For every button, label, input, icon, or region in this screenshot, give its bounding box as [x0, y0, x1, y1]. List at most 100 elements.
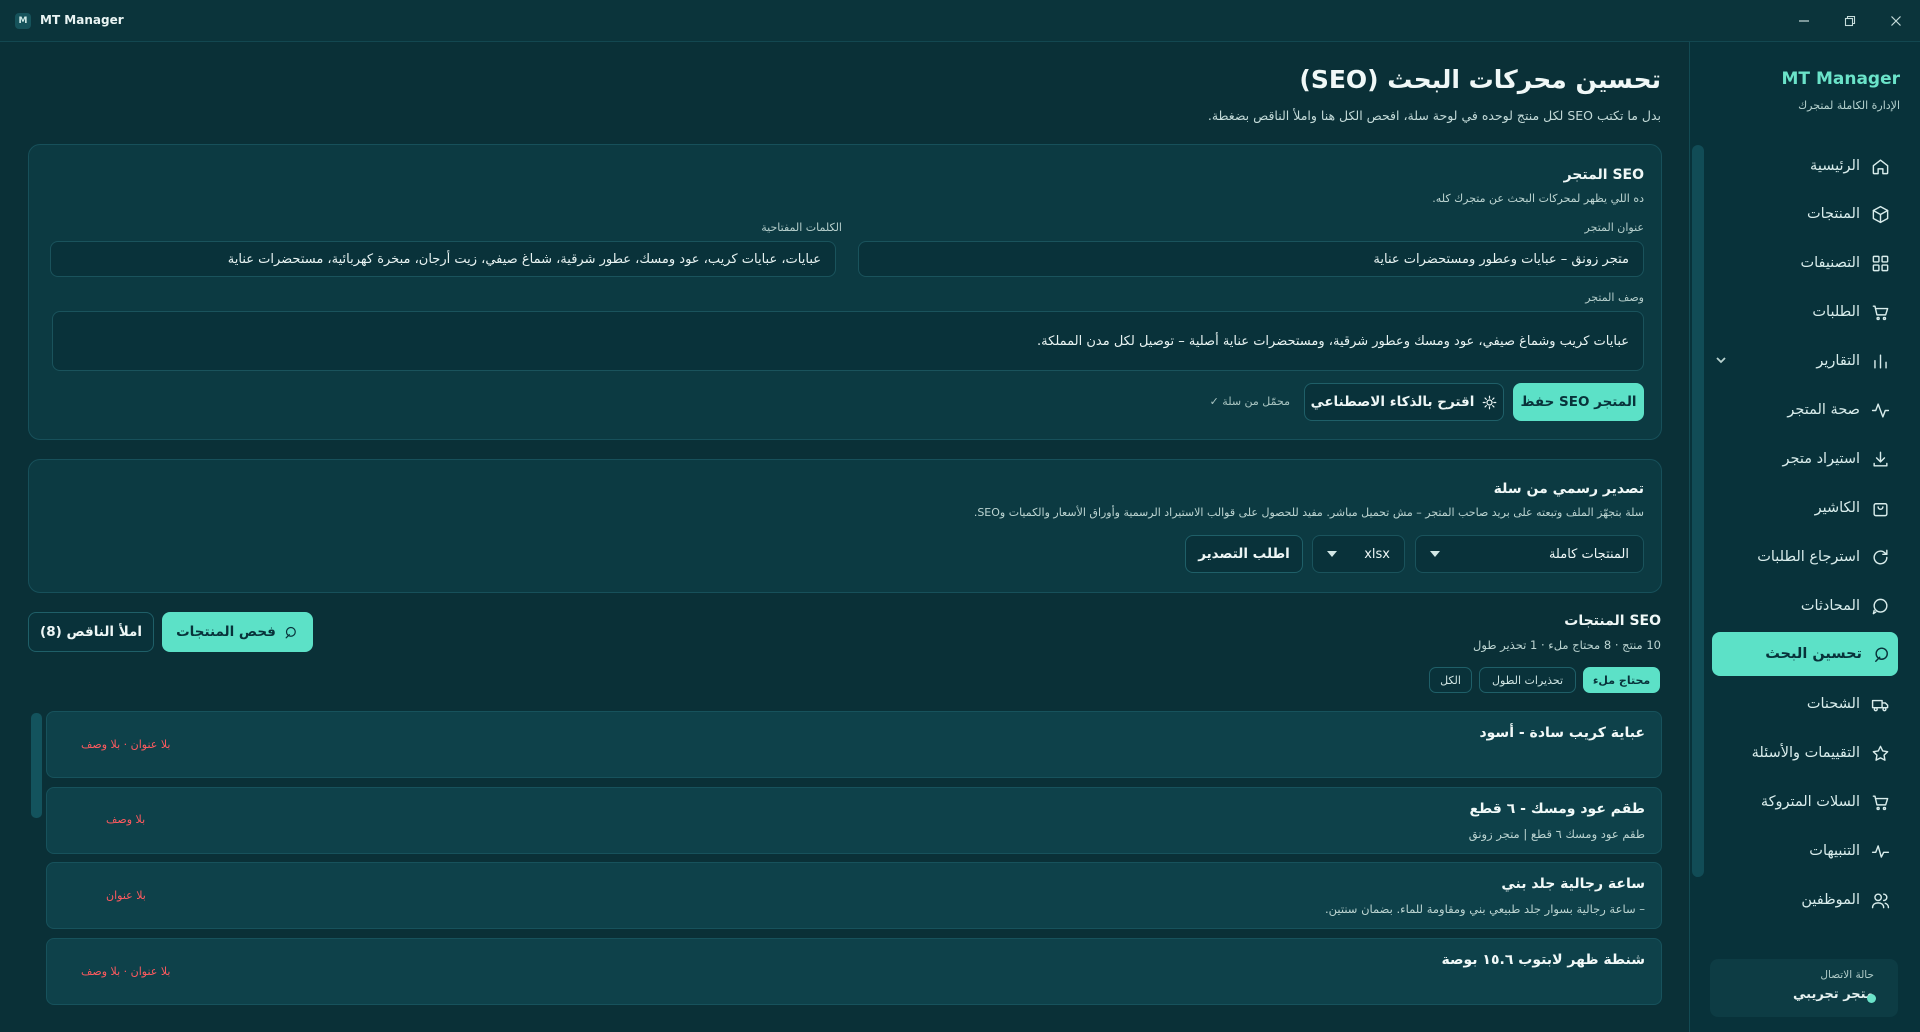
scan-products-label: فحص المنتجات: [176, 624, 276, 640]
connection-dot-icon: [1867, 994, 1876, 1003]
connection-value: متجر تجريبي: [1792, 987, 1874, 1002]
page-title: تحسين محركات البحث (SEO): [1299, 65, 1661, 94]
sidebar-item-truck[interactable]: الشحنات: [1714, 684, 1896, 724]
restore-icon: [1844, 15, 1856, 27]
sidebar-item-star[interactable]: التقييمات والأسئلة: [1714, 733, 1896, 773]
search-icon: [285, 626, 296, 638]
chat-icon: [1870, 596, 1890, 616]
brand-name: MT Manager: [1781, 69, 1900, 89]
sidebar-item-download[interactable]: استيراد متجر: [1714, 439, 1896, 479]
keywords-field[interactable]: عبايات، عبايات كريب، عود ومسك، عطور شرقي…: [50, 241, 836, 277]
products-seo-title: SEO المنتجات: [1564, 613, 1661, 629]
ai-suggest-label: اقترح بالذكاء الاصطناعي: [1310, 394, 1475, 410]
export-format-value: xlsx: [1364, 546, 1390, 562]
minimize-icon: [1799, 20, 1809, 22]
pulse-icon: [1870, 841, 1890, 861]
sidebar-item-label: السلات المتروكة: [1760, 794, 1860, 810]
products-seo-stats: 10 منتج · 8 محتاج ملء · 1 تحذير طول: [1473, 638, 1661, 652]
product-title: عباية كريب سادة - أسود: [1479, 725, 1645, 741]
export-subtitle: سلة بتجهّز الملف وتبعته على بريد صاحب ال…: [973, 506, 1644, 519]
ai-suggest-button[interactable]: اقترح بالذكاء الاصطناعي: [1304, 383, 1504, 421]
filter-length-warnings[interactable]: تحذيرات الطول: [1479, 667, 1576, 693]
sidebar-item-chat[interactable]: المحادثات: [1714, 586, 1896, 626]
sidebar: MT Manager الإدارة الكاملة لمتجرك الرئيس…: [1689, 42, 1920, 1032]
sidebar-item-home[interactable]: الرئيسية: [1714, 146, 1896, 186]
store-seo-title: SEO المتجر: [1563, 167, 1644, 183]
product-title: ساعة رجالية جلد بني: [1501, 876, 1645, 892]
store-title-field[interactable]: متجر زونق – عبايات وعطور ومستحضرات عناية: [858, 241, 1644, 277]
cart-icon: [1870, 792, 1890, 812]
export-format-select[interactable]: xlsx: [1312, 535, 1405, 573]
product-warning: بلا عنوان: [106, 889, 146, 902]
request-export-button[interactable]: اطلب التصدير: [1185, 535, 1303, 573]
product-row[interactable]: شنطة ظهر لابتوب ١٥.٦ بوصة بلا عنوان · بل…: [46, 938, 1662, 1005]
sidebar-item-shopping-bag[interactable]: الكاشير: [1714, 488, 1896, 528]
loaded-from-salla-note: محمّل من سلة ✓: [1209, 395, 1290, 408]
sidebar-item-refresh[interactable]: استرجاع الطلبات: [1714, 537, 1896, 577]
description-label: وصف المتجر: [1585, 291, 1644, 304]
sidebar-item-cart[interactable]: السلات المتروكة: [1714, 782, 1896, 822]
refresh-icon: [1870, 547, 1890, 567]
export-type-select[interactable]: المنتجات كاملة: [1415, 535, 1644, 573]
title-bar: M MT Manager: [0, 0, 1920, 42]
connection-status: حالة الاتصال متجر تجريبي: [1710, 959, 1898, 1017]
shopping-bag-icon: [1870, 498, 1890, 518]
product-subtitle: – ساعة رجالية بسوار جلد طبيعي بني ومقاوم…: [1324, 902, 1645, 916]
sidebar-item-label: استيراد متجر: [1782, 451, 1860, 467]
chevron-down-icon: [1430, 551, 1440, 557]
filter-all[interactable]: الكل: [1429, 667, 1472, 693]
export-card: تصدير رسمي من سلة سلة بتجهّز الملف وتبعت…: [28, 459, 1662, 593]
sidebar-item-box[interactable]: المنتجات: [1714, 194, 1896, 234]
filter-needs-fill[interactable]: محتاج ملء: [1583, 667, 1660, 693]
chevron-down-icon[interactable]: [1714, 353, 1728, 367]
product-warning: بلا عنوان · بلا وصف: [81, 738, 171, 751]
brand: MT Manager الإدارة الكاملة لمتجرك: [1782, 69, 1900, 112]
sparkle-chip-icon: [1482, 395, 1497, 409]
keywords-label: الكلمات المفتاحية: [761, 221, 842, 234]
product-title: شنطة ظهر لابتوب ١٥.٦ بوصة: [1441, 952, 1645, 968]
product-row[interactable]: عباية كريب سادة - أسود بلا عنوان · بلا و…: [46, 711, 1662, 778]
sidebar-item-label: التصنيفات: [1800, 255, 1860, 271]
save-store-seo-button[interactable]: حفظ SEO المتجر: [1513, 383, 1644, 421]
product-warning: بلا وصف: [106, 813, 146, 826]
save-store-seo-label: حفظ SEO المتجر: [1520, 394, 1637, 410]
sidebar-item-users[interactable]: الموظفين: [1714, 880, 1896, 920]
scan-products-button[interactable]: فحص المنتجات: [162, 612, 313, 652]
sidebar-item-search[interactable]: تحسين البحث: [1712, 632, 1898, 676]
product-title: طقم عود ومسك - ٦ قطع: [1469, 801, 1645, 817]
users-icon: [1870, 890, 1890, 910]
sidebar-item-label: التقييمات والأسئلة: [1751, 745, 1860, 761]
sidebar-item-label: صحة المتجر: [1787, 402, 1860, 418]
minimize-button[interactable]: [1793, 10, 1815, 32]
description-field[interactable]: عبايات كريب وشماغ صيفي، عود ومسك وعطور ش…: [52, 311, 1644, 371]
main-scrollbar[interactable]: [1692, 145, 1704, 877]
product-row[interactable]: ساعة رجالية جلد بني – ساعة رجالية بسوار …: [46, 862, 1662, 929]
product-row[interactable]: طقم عود ومسك - ٦ قطع طقم عود ومسك ٦ قطع …: [46, 787, 1662, 854]
fill-missing-button[interactable]: املأ الناقص (8): [28, 612, 154, 652]
restore-button[interactable]: [1839, 10, 1861, 32]
export-title: تصدير رسمي من سلة: [1493, 481, 1644, 497]
sidebar-item-label: الرئيسية: [1810, 158, 1860, 174]
sidebar-item-bar-chart[interactable]: التقارير: [1714, 341, 1896, 381]
chevron-down-icon: [1327, 551, 1337, 557]
sidebar-item-pulse[interactable]: التنبيهات: [1714, 831, 1896, 871]
app-logo-icon: M: [15, 13, 31, 29]
box-icon: [1870, 204, 1890, 224]
sidebar-item-label: الكاشير: [1814, 500, 1860, 516]
home-icon: [1870, 156, 1890, 176]
sidebar-item-cart[interactable]: الطلبات: [1714, 292, 1896, 332]
star-icon: [1870, 743, 1890, 763]
download-icon: [1870, 449, 1890, 469]
product-warning: بلا عنوان · بلا وصف: [81, 965, 171, 978]
sidebar-item-grid[interactable]: التصنيفات: [1714, 243, 1896, 283]
sidebar-item-activity[interactable]: صحة المتجر: [1714, 390, 1896, 430]
store-seo-card: SEO المتجر ده اللي يظهر لمحركات البحث عن…: [28, 144, 1662, 440]
connection-label: حالة الاتصال: [1820, 969, 1874, 981]
product-subtitle: طقم عود ومسك ٦ قطع | متجر زونق: [1468, 827, 1645, 841]
sidebar-item-label: استرجاع الطلبات: [1757, 549, 1860, 565]
sidebar-item-label: المحادثات: [1800, 598, 1860, 614]
close-button[interactable]: [1885, 10, 1907, 32]
truck-icon: [1870, 694, 1890, 714]
sidebar-item-label: الطلبات: [1812, 304, 1860, 320]
products-list-scrollbar[interactable]: [31, 713, 42, 818]
